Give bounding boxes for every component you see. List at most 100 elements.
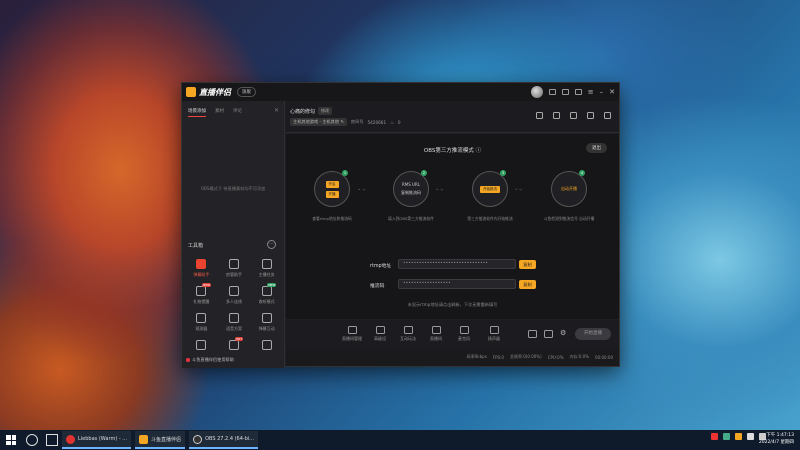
step-desc: 查看rtmp地址和推流码: [312, 216, 352, 221]
tab-material[interactable]: 素材: [215, 108, 224, 117]
step-desc: 填入到OBS第三方推流软件: [388, 216, 434, 221]
tray-app-icon[interactable]: [723, 433, 730, 440]
tool-observer[interactable]: 观测器: [185, 313, 218, 332]
close-icon[interactable]: ✕: [609, 88, 615, 96]
tool-danmu[interactable]: 弹幕助手: [185, 259, 218, 278]
help-icon: [186, 358, 190, 362]
share-icon[interactable]: [604, 112, 611, 119]
edit-title-button[interactable]: 修改: [318, 107, 333, 115]
task-view-icon[interactable]: [46, 434, 58, 446]
monitor-icon: [347, 326, 357, 334]
danmu-icon: [196, 259, 207, 269]
network-icon[interactable]: [747, 433, 754, 440]
copy-key-button[interactable]: 复制: [519, 280, 536, 289]
search-icon[interactable]: [26, 434, 38, 446]
tool-interact[interactable]: 弹幕互动: [250, 313, 283, 332]
bb-label: 直播间: [430, 336, 442, 341]
lock-icon[interactable]: [553, 112, 560, 119]
app-logo: 直播伴侣: [186, 87, 231, 98]
interact-button[interactable]: 互动玩法: [400, 326, 416, 342]
screen-icon[interactable]: [561, 89, 569, 95]
message-icon[interactable]: [548, 89, 556, 95]
copy-rtmp-button[interactable]: 复制: [519, 260, 536, 269]
minimize-icon[interactable]: –: [600, 88, 604, 96]
download-icon: [228, 286, 239, 296]
step-3: 3 开始推流: [472, 170, 508, 207]
preview-button[interactable]: [544, 330, 553, 338]
bottom-toolbar: 直播间管理 高级设 互动玩法 直播间 麦克风 扬声器 ⚙ 开始直播: [286, 320, 619, 350]
open-button[interactable]: 开启: [325, 180, 339, 188]
cpu: CPU:0%: [547, 354, 564, 360]
taskbar-app-browser[interactable]: Liebbas (Warm) - ...: [62, 431, 132, 449]
room-button[interactable]: 直播间: [430, 326, 442, 342]
drop-rate: 丢帧率:0(0.00%): [509, 354, 542, 359]
advanced-button[interactable]: 高级设: [374, 326, 386, 342]
category-chip[interactable]: 主机其他游戏 - 主机其他 ✎: [290, 118, 347, 126]
bb-label: 麦克风: [458, 336, 470, 341]
task-icon: [261, 259, 272, 269]
push-button[interactable]: 开始推流: [480, 185, 500, 193]
mic-button[interactable]: 麦克风: [458, 326, 470, 342]
menu-icon[interactable]: ≡: [588, 88, 594, 96]
start-live-button[interactable]: 开始直播: [575, 328, 611, 340]
mic-icon: [459, 326, 469, 334]
heat-value: 0: [397, 119, 401, 125]
record-icon[interactable]: [570, 112, 577, 119]
tool-label: 主播任务: [258, 272, 275, 277]
help-link[interactable]: 斗鱼直播伴侣使用帮助: [186, 357, 234, 363]
avatar[interactable]: [530, 86, 543, 98]
tool-listen[interactable]: NEW 收听模式: [250, 283, 283, 305]
taskbar-app-obs[interactable]: OBS 27.2.4 (64-bi...: [189, 431, 259, 449]
rtmp-field[interactable]: ••••••••••••••••••••••••••••••••: [398, 259, 516, 269]
room-icon: [431, 326, 441, 334]
doc-icon: [261, 286, 272, 296]
step-2: 2 RMS URL 复制推流码: [393, 170, 429, 207]
gift-icon[interactable]: [574, 89, 582, 95]
tool-extra-3[interactable]: [250, 340, 283, 350]
taskbar-app-douyu[interactable]: 斗鱼直播伴侣: [135, 431, 186, 449]
tab-comments[interactable]: 评论: [233, 108, 242, 117]
tool-label: 语音方案: [225, 326, 242, 331]
bb-label: 扬声器: [488, 336, 500, 341]
collapse-icon[interactable]: ✕: [274, 107, 279, 114]
clock-date: 2022/4/7 星期四: [758, 440, 794, 445]
exit-button[interactable]: 退出: [586, 143, 607, 153]
step-number: 2: [421, 170, 427, 176]
browser-icon: [66, 434, 75, 444]
start-button[interactable]: [4, 433, 18, 447]
tool-extra-1[interactable]: [185, 340, 218, 350]
start-button[interactable]: 开播: [325, 190, 339, 198]
tool-label: 弹幕互动: [258, 326, 275, 331]
tray-app-icon[interactable]: [735, 433, 742, 440]
room-id: 5420661: [367, 119, 387, 125]
room-header: 心痛的修勾 修改 主机其他游戏 - 主机其他 ✎ 房间号 5420661 ♨ 0: [286, 101, 619, 133]
tool-tasks[interactable]: 主播任务: [250, 259, 283, 278]
speaker-button[interactable]: 扬声器: [488, 326, 500, 342]
bell-icon[interactable]: [587, 112, 594, 119]
camera-button[interactable]: [528, 330, 537, 338]
new-badge: NEW: [201, 283, 212, 287]
version-badge[interactable]: 旗舰: [237, 87, 256, 97]
room-manage-button[interactable]: 直播间管理: [342, 326, 362, 342]
settings-button[interactable]: ⚙: [560, 330, 566, 337]
more-icon[interactable]: ⋯: [267, 240, 276, 249]
tool-room-admin[interactable]: 房管助手: [218, 259, 251, 278]
clock[interactable]: 下午 1:47:13 2022/4/7 星期四: [759, 432, 794, 446]
tool-voice[interactable]: 语音方案: [218, 313, 251, 332]
stream-key-field[interactable]: ••••••••••••••••••: [398, 279, 516, 289]
tool-extra-2[interactable]: HOT: [218, 337, 251, 350]
bb-label: 高级设: [374, 336, 386, 341]
room-id-label: 房间号: [350, 119, 364, 124]
upload-icon: [261, 340, 272, 350]
app-name: 直播伴侣: [199, 87, 231, 97]
tray-app-icon[interactable]: [711, 433, 718, 440]
bitrate: 码率0kbps: [466, 354, 487, 359]
tool-multi[interactable]: 多人连线: [218, 286, 251, 305]
rtmp-label: rtmp地址: [370, 264, 392, 269]
gift-box-icon[interactable]: [536, 112, 543, 119]
tool-gift[interactable]: NEW 礼物提醒: [185, 283, 218, 305]
tab-scene[interactable]: 场景添加: [188, 108, 206, 117]
obs-title: OBS第三方推流模式 ⓘ: [423, 148, 482, 154]
new-badge: NEW: [267, 283, 277, 287]
step-number: 1: [342, 170, 348, 176]
